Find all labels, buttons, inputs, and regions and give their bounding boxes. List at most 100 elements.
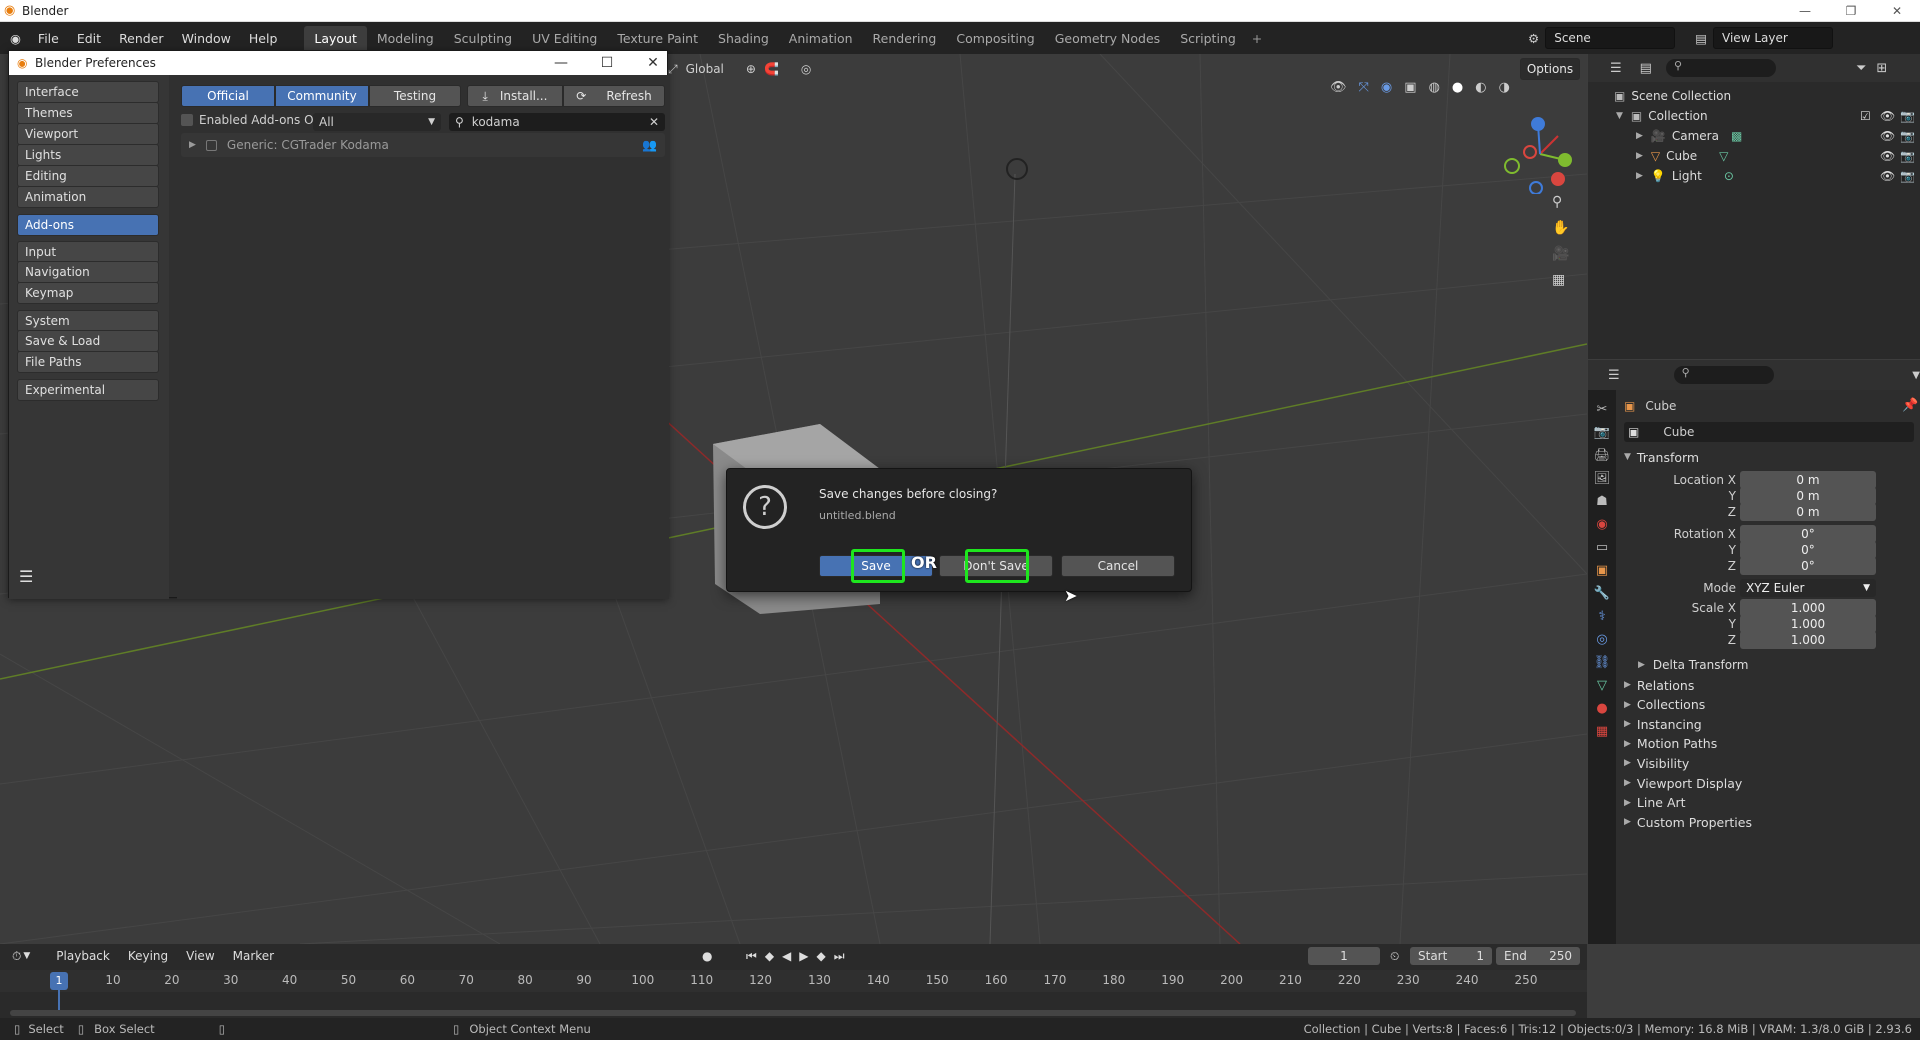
play-icon[interactable]: ▶	[799, 949, 808, 964]
object-datablock-field[interactable]: ▣ Cube	[1624, 422, 1914, 442]
tab-community[interactable]: Community	[275, 85, 369, 107]
pin-icon[interactable]: 📌	[1902, 398, 1918, 413]
blender-menu-icon[interactable]: ◉	[10, 31, 21, 46]
outliner-row-camera[interactable]: ▶ 🎥 Camera ▩ 👁 📷	[1588, 126, 1920, 146]
expand-arrow-icon[interactable]: ▶	[189, 140, 196, 150]
install-button[interactable]: ⤓ Install...	[467, 85, 563, 107]
close-icon[interactable]: ✕	[1874, 0, 1920, 22]
properties-search[interactable]: ⚲	[1673, 366, 1775, 384]
current-frame-field[interactable]: 1	[1308, 947, 1380, 965]
editor-type-icon[interactable]: ☰	[1610, 61, 1622, 76]
clock-icon[interactable]: ⏲	[1390, 949, 1399, 964]
camera-render-icon[interactable]: 📷	[1900, 149, 1915, 163]
hamburger-menu-icon[interactable]: ☰	[19, 567, 33, 586]
expand-arrow-icon[interactable]: ▼	[1616, 111, 1623, 121]
workspace-tab[interactable]: Texture Paint	[607, 26, 708, 51]
physics-tab-icon[interactable]: ◎	[1596, 632, 1607, 647]
outliner-search[interactable]: ⚲	[1665, 59, 1776, 77]
panel-header[interactable]: ▶ Custom Properties	[1624, 811, 1916, 833]
scene-icon[interactable]: ⚙	[1528, 31, 1539, 46]
minimize-icon[interactable]: —	[1782, 0, 1828, 22]
workspace-tab[interactable]: Rendering	[863, 26, 947, 51]
material-tab-icon[interactable]: ●	[1596, 701, 1607, 716]
sidebar-item-editing[interactable]: Editing	[17, 165, 159, 187]
workspace-tab[interactable]: Geometry Nodes	[1045, 26, 1170, 51]
mode-dropdown[interactable]: XYZ Euler ▼	[1740, 579, 1876, 597]
workspace-tab[interactable]: Sculpting	[444, 26, 522, 51]
outliner-row-cube[interactable]: ▶ ▽ Cube ▽ 👁 📷	[1588, 146, 1920, 166]
sidebar-item-input[interactable]: Input	[17, 241, 159, 263]
options-dropdown[interactable]: Options	[1520, 58, 1580, 80]
sidebar-item-file-paths[interactable]: File Paths	[17, 351, 159, 373]
expand-arrow-icon[interactable]: ▶	[1636, 131, 1643, 141]
sidebar-item-animation[interactable]: Animation	[17, 186, 159, 208]
camera-render-icon[interactable]: 📷	[1900, 129, 1915, 143]
delta-transform-header[interactable]: ▶ Delta Transform	[1638, 654, 1920, 676]
refresh-button[interactable]: ⟳ Refresh	[563, 85, 665, 107]
output-tab-icon[interactable]: 🖨	[1594, 448, 1611, 463]
object-tab-icon[interactable]: ▣	[1596, 563, 1608, 578]
eye-icon[interactable]: 👁	[1880, 149, 1895, 163]
sidebar-item-save-load[interactable]: Save & Load	[17, 330, 159, 352]
timeline-menu-playback[interactable]: Playback	[56, 949, 110, 963]
rendered-shading-icon[interactable]: ◑	[1499, 80, 1510, 95]
workspace-tab[interactable]: Animation	[779, 26, 863, 51]
view-layer-tab-icon[interactable]: 🖼	[1594, 471, 1611, 486]
cancel-button[interactable]: Cancel	[1061, 555, 1175, 577]
outliner-row-scene-collection[interactable]: ▣ Scene Collection	[1588, 86, 1920, 106]
sidebar-item-experimental[interactable]: Experimental	[17, 379, 159, 401]
workspace-tab[interactable]: Scripting	[1170, 26, 1246, 51]
data-tab-icon[interactable]: ▽	[1597, 678, 1607, 693]
addon-search-input[interactable]: ⚲ kodama ✕	[449, 113, 665, 131]
constraints-tab-icon[interactable]: ⛓	[1594, 655, 1611, 670]
sidebar-item-keymap[interactable]: Keymap	[17, 282, 159, 304]
location-z-field[interactable]: 0 m	[1740, 503, 1876, 521]
camera-render-icon[interactable]: 📷	[1900, 109, 1915, 123]
editor-type-icon[interactable]: ⏱	[12, 949, 21, 964]
perspective-grid-icon[interactable]: ▦	[1552, 272, 1569, 288]
orientation-dropdown[interactable]: Global	[686, 62, 724, 76]
scale-z-field[interactable]: 1.000	[1740, 631, 1876, 649]
tab-testing[interactable]: Testing	[369, 85, 461, 107]
enabled-only-toggle[interactable]: Enabled Add-ons Only	[181, 113, 332, 127]
workspace-tab[interactable]: Modeling	[367, 26, 444, 51]
filter-icon[interactable]: ⏷	[1856, 61, 1866, 76]
timeline-menu-view[interactable]: View	[186, 949, 214, 963]
scene-tab-icon[interactable]: ☗	[1596, 494, 1608, 509]
outliner-row-light[interactable]: ▶ 💡 Light ⊙ 👁 📷	[1588, 166, 1920, 186]
display-mode-icon[interactable]: ▤	[1640, 61, 1652, 76]
eye-icon[interactable]: 👁	[1880, 109, 1895, 123]
eye-icon[interactable]: 👁	[1880, 129, 1895, 143]
collection-tab-icon[interactable]: ▭	[1596, 540, 1608, 555]
timeline-ruler[interactable]: 10 20 30 40 50 60 70 80 90 100 110 120 130 140 150 160 1…	[0, 970, 1587, 992]
menu-render[interactable]: Render	[110, 31, 173, 46]
snap-icon[interactable]: 🧲	[764, 62, 779, 76]
keyframe-record-icon[interactable]: ●	[702, 949, 712, 963]
close-icon[interactable]: ✕	[631, 51, 675, 75]
render-tab-icon[interactable]: 📷	[1594, 425, 1610, 440]
view-layer-field[interactable]: View Layer	[1713, 27, 1834, 49]
gizmo-toggle-icon[interactable]: ⤧	[1359, 80, 1369, 95]
rotation-z-field[interactable]: 0°	[1740, 557, 1876, 575]
workspace-tab[interactable]: Shading	[708, 26, 779, 51]
end-frame-field[interactable]: End 250	[1496, 947, 1580, 965]
add-workspace-icon[interactable]: +	[1252, 31, 1262, 46]
tab-official[interactable]: Official	[181, 85, 275, 107]
pan-hand-icon[interactable]: ✋	[1552, 220, 1569, 236]
menu-file[interactable]: File	[29, 31, 68, 46]
chevron-down-icon[interactable]: ▼	[1912, 370, 1920, 381]
addon-row[interactable]: ▶ Generic: CGTrader Kodama 👥	[181, 133, 665, 157]
world-tab-icon[interactable]: ◉	[1596, 517, 1607, 532]
visibility-icon[interactable]: 👁	[1330, 80, 1347, 95]
texture-tab-icon[interactable]: ▦	[1596, 724, 1608, 739]
editor-type-icon[interactable]: ☰	[1608, 368, 1620, 383]
modifier-tab-icon[interactable]: 🔧	[1594, 586, 1610, 601]
transform-panel-header[interactable]: ▼ Transform	[1624, 446, 1916, 468]
menu-window[interactable]: Window	[173, 31, 240, 46]
play-reverse-icon[interactable]: ◀	[782, 949, 791, 964]
minimize-icon[interactable]: —	[539, 51, 583, 75]
menu-help[interactable]: Help	[240, 31, 287, 46]
particles-tab-icon[interactable]: ⚕	[1598, 609, 1605, 624]
wireframe-shading-icon[interactable]: ◍	[1429, 80, 1440, 95]
sidebar-item-lights[interactable]: Lights	[17, 144, 159, 166]
